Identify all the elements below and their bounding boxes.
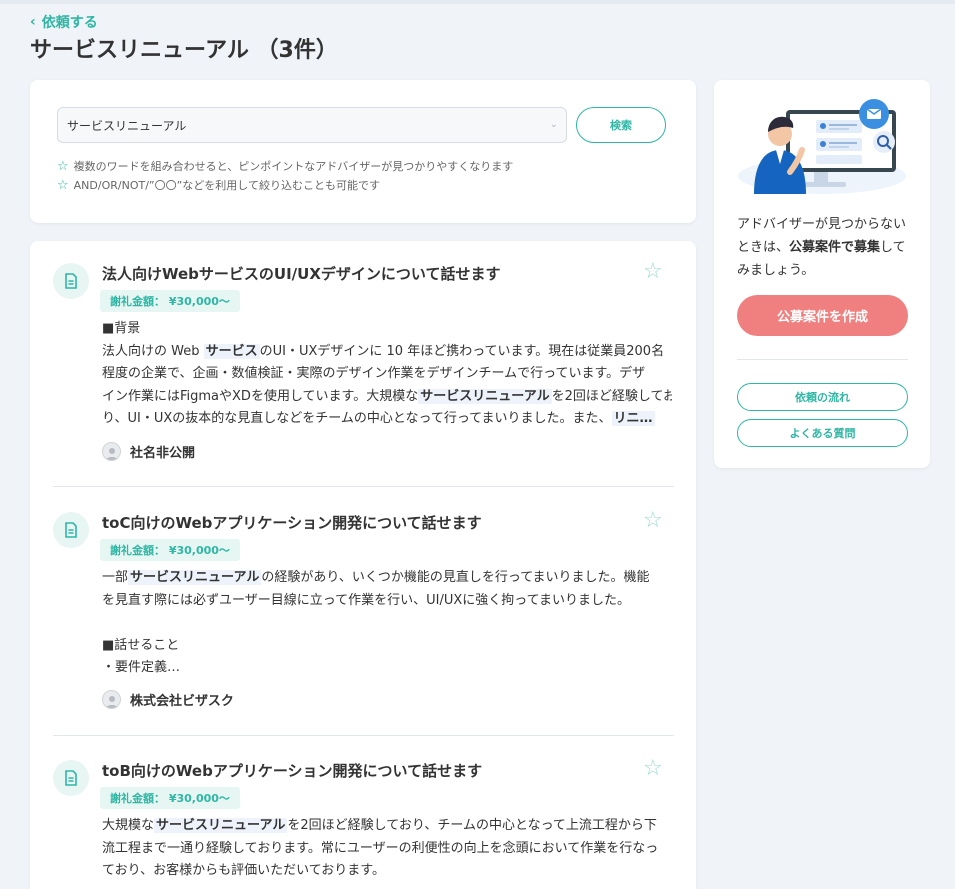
- result-title[interactable]: toC向けのWebアプリケーション開発について話せます: [102, 512, 482, 533]
- search-button[interactable]: 検索: [576, 107, 666, 143]
- chevron-left-icon: ‹: [30, 14, 36, 30]
- advisor-illustration-icon: [738, 99, 906, 194]
- search-hint-text: AND/OR/NOT/”〇〇”などを利用して絞り込むことも可能です: [73, 179, 380, 192]
- search-panel: サービスリニューアル ⌄ 検索 ☆ 複数のワードを組み合わせると、ピンポイントな…: [30, 80, 696, 223]
- keyword-highlight: サービスリニューアル: [418, 388, 552, 404]
- description-line: ■背景: [102, 321, 141, 336]
- keyword-highlight: サービスリニューアル: [128, 570, 262, 585]
- result-item[interactable]: toB向けのWebアプリケーション開発について話せます ☆ 謝礼金額： ¥30,…: [53, 738, 674, 889]
- faq-button[interactable]: よくある質問: [737, 419, 908, 447]
- description-line: ており、お客様からも評価いただいております。: [102, 863, 386, 878]
- divider: [737, 359, 908, 360]
- results-list: 法人向けWebサービスのUI/UXデザインについて話せます ☆ 謝礼金額： ¥3…: [30, 241, 696, 889]
- author-name: 株式会社ビザスク: [130, 694, 234, 709]
- keyword-select-value: サービスリニューアル: [67, 118, 187, 133]
- document-icon: [53, 263, 89, 299]
- author-name: 社名非公開: [130, 446, 196, 461]
- avatar: [102, 442, 121, 461]
- search-hint-text: 複数のワードを組み合わせると、ピンポイントなアドバイザーが見つかりやすくなります: [73, 160, 514, 173]
- description-line: ・要件定義…: [102, 660, 181, 675]
- description-line: 程度の企業で、企画・数値検証・実際のデザイン作業をデザインチームで行っています。…: [102, 366, 646, 381]
- description-line: 大規模な サービスリニューアル を2回ほど経験しており、チームの中心となって上流工程…: [102, 818, 657, 833]
- author: 社名非公開: [102, 442, 195, 461]
- keyword-highlight: リニ…: [611, 411, 655, 426]
- request-flow-button[interactable]: 依頼の流れ: [737, 383, 908, 411]
- description-line: 法人向けの Web サービス のUI・UXデザインに 10 年ほど携わっています。…: [102, 343, 665, 359]
- star-outline-icon: ☆: [57, 158, 69, 174]
- document-icon: [53, 512, 89, 548]
- author: 株式会社ビザスク: [102, 690, 234, 709]
- search-hint: ☆ 複数のワードを組み合わせると、ピンポイントなアドバイザーが見つかりやすくなり…: [57, 158, 513, 174]
- description-line: 一部 サービスリニューアル の経験があり、いくつか機能の見直しを行ってまいりました。…: [102, 570, 650, 585]
- fee-badge: 謝礼金額： ¥30,000〜: [100, 290, 240, 312]
- recruit-panel: アドバイザーが見つからないときは、公募案件で募集してみましょう。 公募案件を作成…: [714, 80, 930, 468]
- result-description: 大規模な サービスリニューアル を2回ほど経験しており、チームの中心となって上流工程…: [102, 815, 672, 883]
- fee-badge: 謝礼金額： ¥30,000〜: [100, 539, 240, 561]
- top-bar: [0, 0, 955, 4]
- keyword-highlight: サービスリニューアル: [154, 818, 288, 833]
- star-favorite-icon[interactable]: ☆: [643, 756, 663, 781]
- document-icon: [53, 760, 89, 796]
- result-title[interactable]: 法人向けWebサービスのUI/UXデザインについて話せます: [102, 263, 500, 284]
- search-hint: ☆ AND/OR/NOT/”〇〇”などを利用して絞り込むことも可能です: [57, 177, 380, 193]
- description-line: ■話せること: [102, 637, 180, 653]
- result-description: 一部 サービスリニューアル の経験があり、いくつか機能の見直しを行ってまいりました。…: [102, 567, 672, 680]
- description-line: を見直す際には必ずユーザー目線に立って作業を行い、UI/UXに強く拘ってまいりま…: [102, 592, 630, 608]
- avatar: [102, 690, 121, 709]
- result-item[interactable]: 法人向けWebサービスのUI/UXデザインについて話せます ☆ 謝礼金額： ¥3…: [53, 241, 674, 486]
- result-description: ■背景 法人向けの Web サービス のUI・UXデザインに 10 年ほど携わって…: [102, 318, 672, 431]
- result-title[interactable]: toB向けのWebアプリケーション開発について話せます: [102, 760, 482, 781]
- back-link[interactable]: ‹ 依頼する: [30, 12, 98, 32]
- result-item[interactable]: toC向けのWebアプリケーション開発について話せます ☆ 謝礼金額： ¥30,…: [53, 490, 674, 735]
- description-line: イン作業にはFigmaやXDを使用しています。大規模な サービスリニューアル を2回…: [102, 388, 672, 404]
- keyword-highlight: サービス: [203, 343, 260, 359]
- back-link-label: 依頼する: [41, 15, 98, 31]
- fee-badge: 謝礼金額： ¥30,000〜: [100, 787, 240, 809]
- keyword-select[interactable]: サービスリニューアル ⌄: [57, 107, 567, 143]
- star-favorite-icon[interactable]: ☆: [643, 508, 663, 533]
- create-recruitment-button[interactable]: 公募案件を作成: [737, 295, 908, 336]
- chevron-down-icon: ⌄: [549, 119, 558, 130]
- divider: [53, 486, 674, 487]
- description-line: [102, 612, 672, 635]
- star-favorite-icon[interactable]: ☆: [643, 259, 663, 284]
- page-title: サービスリニューアル （3件）: [30, 38, 338, 63]
- description-line: り、UI・UXの抜本的な見直しなどをチームの中心となって行ってまいりました。また…: [102, 411, 655, 426]
- recruit-message-emphasis: 公募案件で募集: [789, 240, 881, 255]
- divider: [53, 735, 674, 736]
- description-line: 流工程まで一通り経験しております。常にユーザーの利便性の向上を念頭において作業を…: [102, 840, 659, 856]
- star-outline-icon: ☆: [57, 177, 69, 193]
- recruit-message: アドバイザーが見つからないときは、公募案件で募集してみましょう。: [737, 213, 912, 282]
